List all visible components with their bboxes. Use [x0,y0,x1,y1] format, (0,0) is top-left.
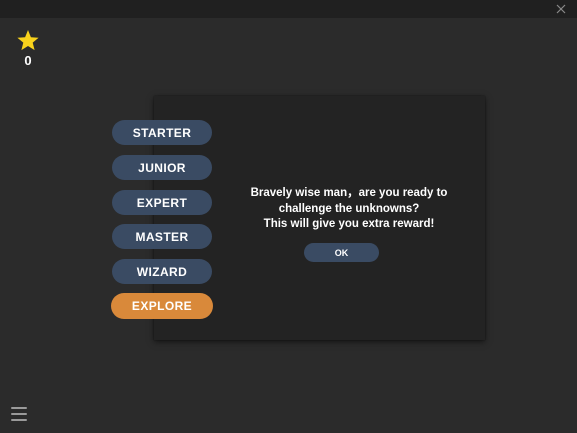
dialog-message-line: This will give you extra reward! [263,218,435,230]
dialog-message-line: challenge the unknowns? [278,202,420,215]
score-display: 0 [14,29,42,68]
star-icon [17,30,39,51]
close-button[interactable] [553,1,569,17]
title-bar [0,0,577,18]
level-button-junior[interactable]: JUNIOR [112,155,212,180]
level-button-expert[interactable]: EXPERT [112,190,212,215]
dialog-message: Bravely wise man，are you ready to challe… [224,186,474,233]
dialog-message-line: Bravely wise man，are you ready to [250,187,448,199]
level-button-explore[interactable]: EXPLORE [111,293,213,319]
level-button-starter[interactable]: STARTER [112,120,212,145]
score-value: 0 [24,53,32,68]
level-button-master[interactable]: MASTER [112,224,212,249]
menu-button[interactable] [11,407,28,421]
level-button-wizard[interactable]: WIZARD [112,259,212,284]
ok-button[interactable]: OK [304,243,379,262]
close-icon [556,4,566,14]
